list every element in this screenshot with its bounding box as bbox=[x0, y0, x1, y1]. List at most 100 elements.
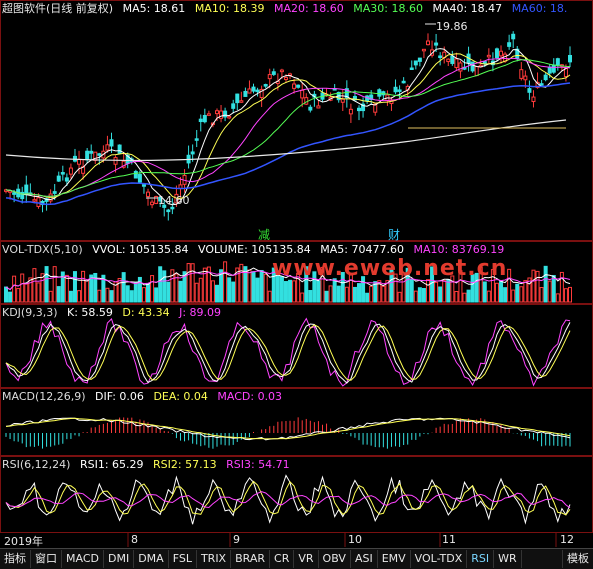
event-marker-finance[interactable]: 财 bbox=[388, 226, 400, 243]
tab-macd[interactable]: MACD bbox=[62, 550, 104, 568]
macd-indicator-name: MACD(12,26,9) bbox=[2, 390, 86, 403]
volume-bar bbox=[133, 282, 138, 303]
macd-dif-label: DIF: 0.06 bbox=[95, 390, 144, 403]
volume-bar bbox=[52, 266, 57, 303]
candle-body bbox=[454, 58, 459, 69]
candle-body bbox=[219, 110, 224, 119]
tab-trix[interactable]: TRIX bbox=[197, 550, 232, 568]
candle-body bbox=[109, 139, 114, 147]
candle-body bbox=[146, 191, 151, 197]
chart-canvas[interactable] bbox=[0, 0, 593, 568]
candle-body bbox=[97, 153, 102, 156]
candle-body bbox=[251, 86, 256, 92]
rsi1-label: RSI1: 65.29 bbox=[79, 458, 144, 471]
candle-body bbox=[340, 98, 345, 103]
candle-body bbox=[271, 71, 276, 75]
volume-bar bbox=[255, 277, 260, 303]
candle-body bbox=[32, 199, 37, 202]
volume-bar bbox=[539, 287, 544, 303]
tab-dma[interactable]: DMA bbox=[134, 550, 169, 568]
ma5-label: MA5: 18.61 bbox=[122, 2, 186, 15]
kdj-pane[interactable] bbox=[5, 317, 571, 387]
volume-bar bbox=[413, 290, 418, 303]
tab-vol-tdx[interactable]: VOL-TDX bbox=[411, 550, 468, 568]
rsi2-label: RSI2: 57.13 bbox=[153, 458, 217, 471]
candle-body bbox=[56, 175, 61, 182]
volume-bar bbox=[288, 279, 293, 303]
candle-body bbox=[458, 62, 463, 72]
volume-bar bbox=[105, 287, 110, 303]
volume-bar bbox=[150, 275, 155, 303]
candle-body bbox=[300, 89, 305, 99]
volume-bar bbox=[357, 283, 362, 303]
tab-emv[interactable]: EMV bbox=[378, 550, 411, 568]
volume-bar bbox=[214, 284, 219, 303]
tab-fsl[interactable]: FSL bbox=[169, 550, 197, 568]
kdj-j-line bbox=[5, 317, 571, 387]
volume-bar bbox=[239, 263, 244, 303]
candle-body bbox=[348, 108, 353, 115]
volume-bar bbox=[166, 281, 171, 303]
tab-wr[interactable]: WR bbox=[494, 550, 522, 568]
candle-body bbox=[133, 170, 138, 179]
volume-bar bbox=[146, 283, 151, 303]
candlestick-pane[interactable] bbox=[4, 23, 572, 221]
tab-brar[interactable]: BRAR bbox=[231, 550, 271, 568]
macd-dif-line bbox=[5, 417, 571, 441]
macd-pane[interactable] bbox=[5, 417, 571, 449]
candle-body bbox=[523, 75, 528, 81]
vol-ma10-label: MA10: 83769.19 bbox=[413, 243, 505, 256]
candle-body bbox=[470, 61, 475, 72]
macd-value-label: MACD: 0.03 bbox=[217, 390, 283, 403]
candle-body bbox=[425, 40, 430, 46]
tab-vr[interactable]: VR bbox=[294, 550, 319, 568]
volume-bar bbox=[324, 290, 329, 303]
volume-bar bbox=[40, 273, 45, 303]
tab-rsi[interactable]: RSI bbox=[467, 550, 495, 568]
candle-body bbox=[296, 84, 301, 88]
candle-body bbox=[52, 191, 57, 194]
candle-body bbox=[231, 103, 236, 109]
volume-bar bbox=[381, 285, 386, 303]
rsi-pane[interactable] bbox=[5, 474, 571, 525]
volume-bar bbox=[511, 289, 516, 303]
ma30-label: MA30: 18.60 bbox=[353, 2, 423, 15]
volume-bar bbox=[308, 290, 313, 303]
candle-body bbox=[308, 106, 313, 111]
volume-bar bbox=[316, 280, 321, 303]
candle-body bbox=[194, 138, 199, 141]
tab-obv[interactable]: OBV bbox=[319, 550, 351, 568]
tab-dmi[interactable]: DMI bbox=[104, 550, 135, 568]
tab-window[interactable]: 窗口 bbox=[31, 550, 62, 568]
ma40-label: MA40: 18.47 bbox=[432, 2, 503, 15]
volume-label: VOLUME: 105135.84 bbox=[198, 243, 311, 256]
tab-template[interactable]: 模板 bbox=[562, 550, 593, 568]
volume-bar bbox=[263, 273, 268, 303]
candle-body bbox=[539, 83, 544, 86]
volume-bar bbox=[154, 287, 159, 303]
tab-cr[interactable]: CR bbox=[270, 550, 295, 568]
volume-bar bbox=[129, 290, 134, 303]
volume-bar bbox=[24, 283, 29, 303]
candle-body bbox=[68, 167, 73, 175]
volume-bar bbox=[446, 279, 451, 303]
volume-bar bbox=[64, 274, 69, 303]
volume-bar bbox=[158, 266, 163, 303]
candle-body bbox=[89, 150, 94, 154]
volume-bar bbox=[486, 290, 491, 303]
volume-bar bbox=[344, 286, 349, 303]
price-header: 超图软件(日线 前复权) MA5: 18.61 MA10: 18.39 MA20… bbox=[2, 2, 573, 16]
event-marker-reduce[interactable]: 减 bbox=[258, 226, 270, 243]
candle-body bbox=[413, 60, 418, 66]
volume-bar bbox=[563, 288, 568, 303]
candle-body bbox=[150, 201, 155, 206]
candle-body bbox=[24, 184, 29, 194]
candle-body bbox=[202, 114, 207, 123]
volume-bar bbox=[531, 269, 536, 303]
tab-asi[interactable]: ASI bbox=[351, 550, 378, 568]
candle-body bbox=[474, 66, 479, 77]
volume-bar bbox=[162, 270, 167, 303]
volume-bar bbox=[267, 290, 272, 303]
tab-indicators[interactable]: 指标 bbox=[0, 550, 31, 568]
candle-body bbox=[36, 197, 41, 207]
